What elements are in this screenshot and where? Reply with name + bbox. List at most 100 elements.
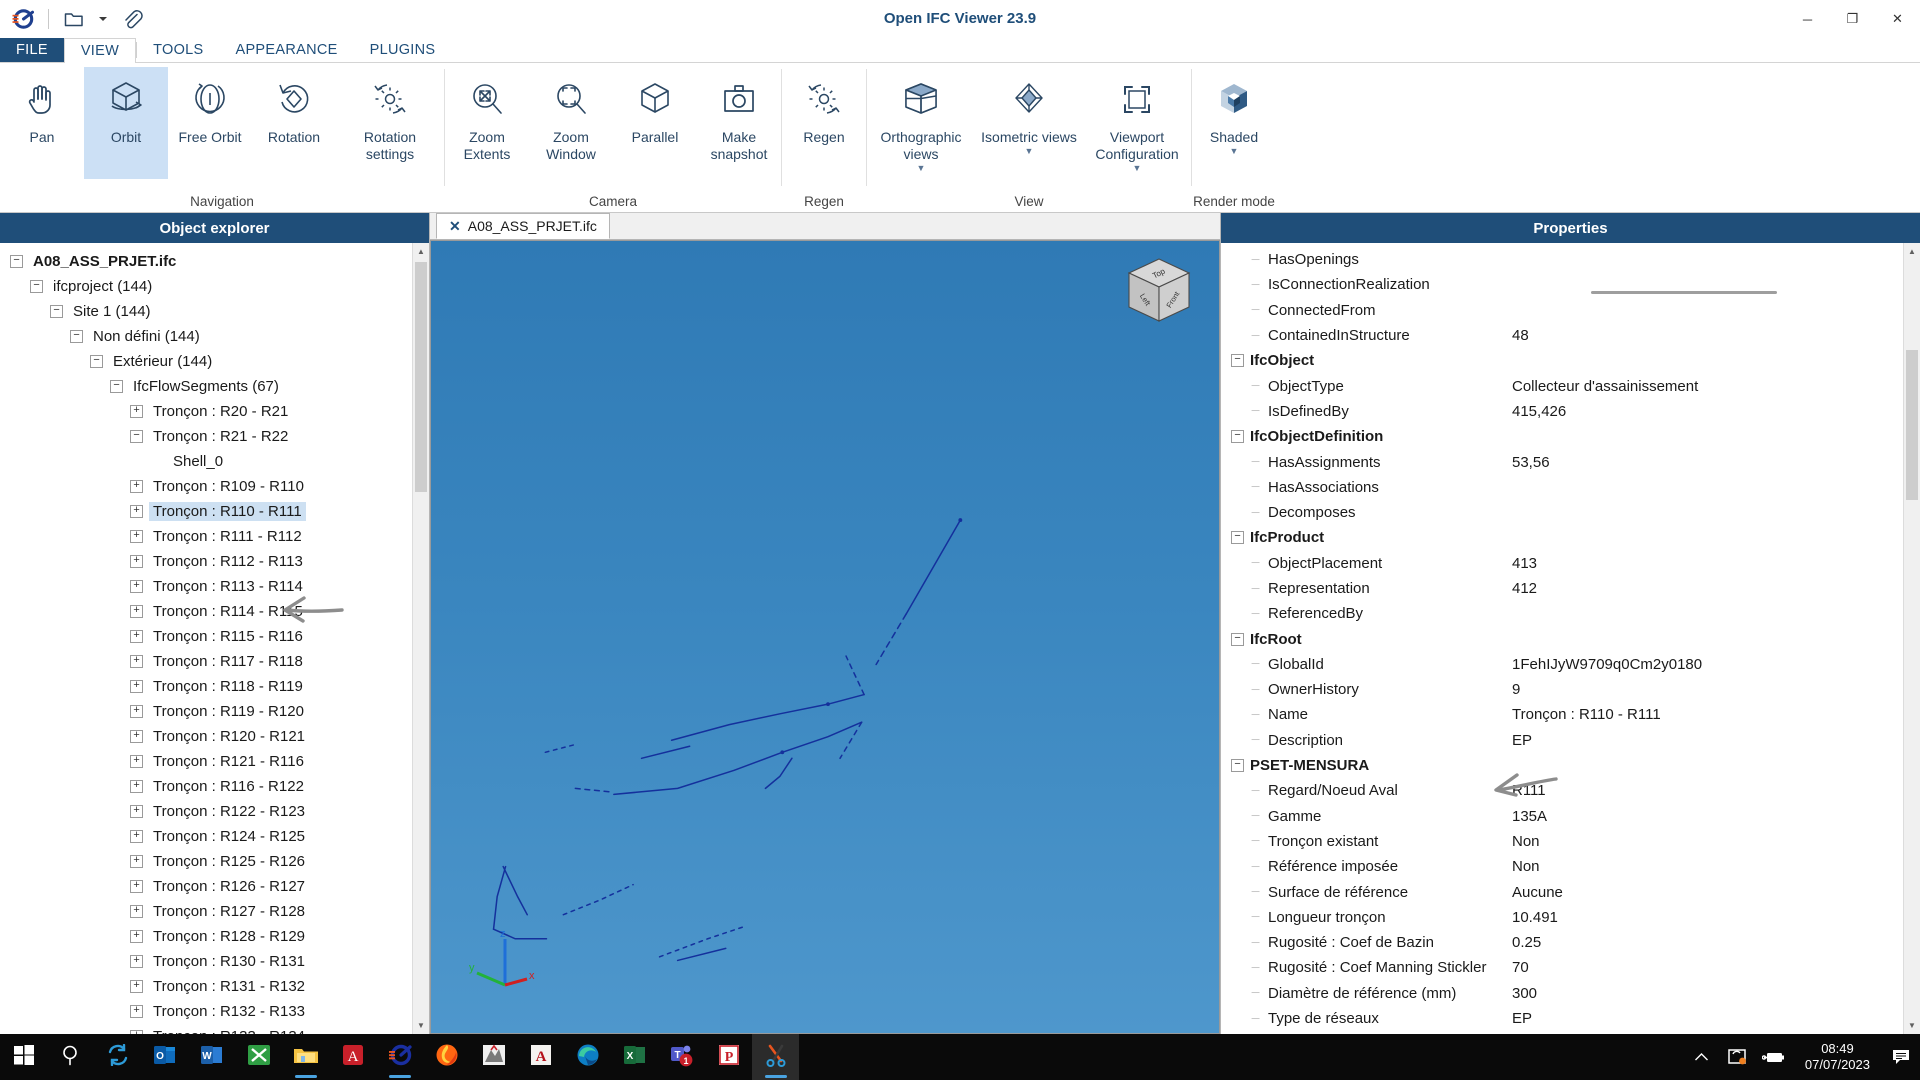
close-icon[interactable]: ✕ <box>449 218 461 235</box>
property-row[interactable]: ─ Description EP <box>1221 728 1903 753</box>
property-row[interactable]: ─ IsDefinedBy 415,426 <box>1221 399 1903 424</box>
expand-icon[interactable]: + <box>130 580 143 593</box>
ribbon-button-free-orbit[interactable]: Free Orbit <box>168 67 252 179</box>
property-row[interactable]: ─ Rugosité : Coef Manning Stickler 70 <box>1221 955 1903 980</box>
tree-node[interactable]: + Tronçon : R118 - R119 <box>0 674 412 699</box>
property-row[interactable]: ─ ObjectType Collecteur d'assainissement <box>1221 373 1903 398</box>
ribbon-button-zoom-window[interactable]: Zoom Window <box>529 67 613 179</box>
file-explorer-button[interactable] <box>282 1034 329 1080</box>
close-button[interactable]: ✕ <box>1875 0 1920 38</box>
document-tab[interactable]: ✕ A08_ASS_PRJET.ifc <box>436 213 610 239</box>
tree-node[interactable]: − ifcproject (144) <box>0 274 412 299</box>
tree-node[interactable]: + Tronçon : R119 - R120 <box>0 699 412 724</box>
property-row[interactable]: ─ Decomposes <box>1221 500 1903 525</box>
folder-open-icon[interactable] <box>59 4 89 34</box>
properties-scrollbar[interactable]: ▲ ▼ <box>1903 243 1920 1034</box>
expand-icon[interactable]: + <box>130 955 143 968</box>
onedrive-sync-icon[interactable] <box>1725 1034 1751 1080</box>
property-row[interactable]: ─ GlobalId 1FehIJyW9709q0Cm2y0180 <box>1221 652 1903 677</box>
expand-icon[interactable]: + <box>130 555 143 568</box>
chevron-down-icon[interactable]: ▼ <box>1133 163 1142 173</box>
tree-node[interactable]: + Tronçon : R122 - R123 <box>0 799 412 824</box>
expand-icon[interactable]: + <box>130 405 143 418</box>
tree-node[interactable]: + Tronçon : R120 - R121 <box>0 724 412 749</box>
tree-node[interactable]: − Tronçon : R21 - R22 <box>0 424 412 449</box>
object-explorer-tree[interactable]: − A08_ASS_PRJET.ifc − ifcproject (144) − Site… <box>0 243 412 1034</box>
tree-node-selected[interactable]: + Tronçon : R110 - R111 <box>0 499 412 524</box>
maximize-button[interactable]: ❐ <box>1830 0 1875 38</box>
expand-icon[interactable]: + <box>130 480 143 493</box>
property-row[interactable]: ─ Name Tronçon : R110 - R111 <box>1221 702 1903 727</box>
property-row[interactable]: ─ HasAssociations <box>1221 475 1903 500</box>
chevron-down-icon[interactable] <box>95 4 111 34</box>
tree-node[interactable]: + Tronçon : R115 - R116 <box>0 624 412 649</box>
properties-scroll-down-icon[interactable]: ▼ <box>1904 1017 1920 1034</box>
expand-icon[interactable]: + <box>130 905 143 918</box>
tree-node[interactable]: + Tronçon : R114 - R115 <box>0 599 412 624</box>
battery-charging-icon[interactable] <box>1761 1034 1787 1080</box>
ribbon-button-orthographic-views[interactable]: Orthographic views ▼ <box>867 67 975 179</box>
chevron-down-icon[interactable]: ▼ <box>917 163 926 173</box>
tree-node[interactable]: +Tronçon : R133 - R134 <box>0 1024 412 1034</box>
word-button[interactable]: W <box>188 1034 235 1080</box>
ribbon-tab-file[interactable]: FILE <box>0 38 64 62</box>
tree-node[interactable]: + Tronçon : R130 - R131 <box>0 949 412 974</box>
scroll-down-icon[interactable]: ▼ <box>413 1017 429 1034</box>
tree-node[interactable]: + Tronçon : R116 - R122 <box>0 774 412 799</box>
powerpoint-button[interactable]: P <box>705 1034 752 1080</box>
excel-button[interactable]: X <box>611 1034 658 1080</box>
edge-button[interactable] <box>564 1034 611 1080</box>
property-row[interactable]: ─ Référence imposée Non <box>1221 854 1903 879</box>
search-button[interactable] <box>47 1034 94 1080</box>
property-row[interactable]: ─ ContainedInStructure 48 <box>1221 323 1903 348</box>
properties-scroll-thumb[interactable] <box>1906 350 1918 500</box>
autocad-button[interactable]: A <box>517 1034 564 1080</box>
properties-scroll-up-icon[interactable]: ▲ <box>1904 243 1920 260</box>
ribbon-tab-plugins[interactable]: PLUGINS <box>354 38 452 62</box>
ribbon-button-shaded[interactable]: Shaded ▼ <box>1192 67 1276 179</box>
collapse-icon[interactable]: − <box>130 430 143 443</box>
tree-node[interactable]: − A08_ASS_PRJET.ifc <box>0 249 412 274</box>
tree-node[interactable]: + Tronçon : R131 - R132 <box>0 974 412 999</box>
property-row[interactable]: ─ Longueur tronçon 10.491 <box>1221 905 1903 930</box>
firefox-button[interactable] <box>423 1034 470 1080</box>
property-row[interactable]: ─ ObjectPlacement 413 <box>1221 551 1903 576</box>
collapse-icon[interactable]: − <box>50 305 63 318</box>
expand-icon[interactable]: + <box>130 755 143 768</box>
openifc-logo-icon[interactable] <box>8 4 38 34</box>
property-row[interactable]: ─ Surface de référence Aucune <box>1221 879 1903 904</box>
expand-icon[interactable]: + <box>130 880 143 893</box>
expand-icon[interactable]: + <box>130 630 143 643</box>
clock[interactable]: 08:49 07/07/2023 <box>1797 1041 1878 1073</box>
expand-icon[interactable]: + <box>130 705 143 718</box>
tree-node[interactable]: + Tronçon : R113 - R114 <box>0 574 412 599</box>
openifc-button[interactable] <box>376 1034 423 1080</box>
ribbon-tab-view[interactable]: VIEW <box>63 38 137 63</box>
tree-node[interactable]: − Extérieur (144) <box>0 349 412 374</box>
ribbon-button-parallel[interactable]: Parallel <box>613 67 697 179</box>
ribbon-button-regen[interactable]: Regen <box>782 67 866 179</box>
xmind-button[interactable] <box>235 1034 282 1080</box>
collapse-icon[interactable]: − <box>1231 430 1244 444</box>
collapse-icon[interactable]: − <box>1231 632 1244 646</box>
tree-node[interactable]: + Tronçon : R117 - R118 <box>0 649 412 674</box>
expand-icon[interactable]: + <box>130 930 143 943</box>
tree-node[interactable]: + Tronçon : R127 - R128 <box>0 899 412 924</box>
tree-node[interactable]: + Tronçon : R112 - R113 <box>0 549 412 574</box>
scroll-thumb[interactable] <box>415 262 427 492</box>
chevron-down-icon[interactable]: ▼ <box>1025 146 1034 156</box>
ribbon-button-rotation-settings[interactable]: Rotation settings <box>336 67 444 179</box>
property-row[interactable]: ─ Diamètre de référence (mm) 300 <box>1221 981 1903 1006</box>
collapse-icon[interactable]: − <box>30 280 43 293</box>
minimize-button[interactable]: ─ <box>1785 0 1830 38</box>
ribbon-button-rotation[interactable]: Rotation <box>252 67 336 179</box>
collapse-icon[interactable]: − <box>70 330 83 343</box>
notifications-icon[interactable] <box>1888 1034 1914 1080</box>
ribbon-button-isometric-views[interactable]: Isometric views ▼ <box>975 67 1083 179</box>
property-row[interactable]: ─ OwnerHistory 9 <box>1221 677 1903 702</box>
property-row[interactable]: ─ ConnectedFrom <box>1221 298 1903 323</box>
property-row[interactable]: ─ Regard/Noeud Aval R111 <box>1221 778 1903 803</box>
expand-icon[interactable]: + <box>130 605 143 618</box>
property-group-row[interactable]: − IfcRoot <box>1221 626 1903 651</box>
expand-icon[interactable]: + <box>130 780 143 793</box>
